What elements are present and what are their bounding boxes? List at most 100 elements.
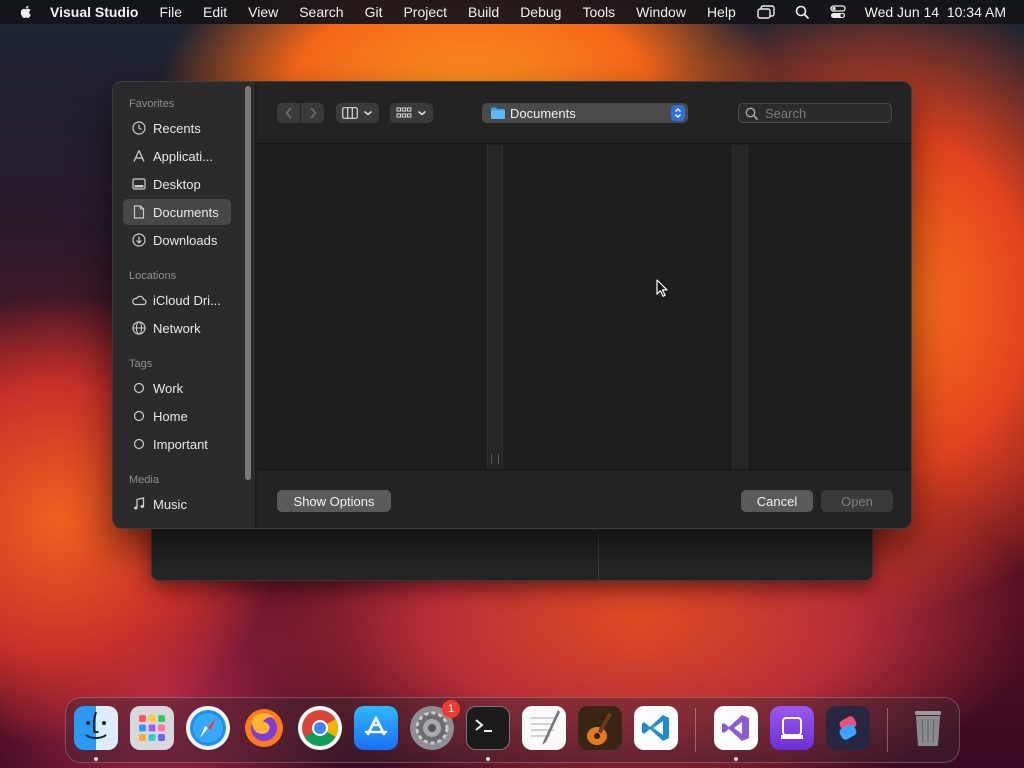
tag-circle-icon bbox=[131, 408, 147, 424]
sidebar-item-recents[interactable]: Recents bbox=[123, 115, 231, 141]
show-options-button[interactable]: Show Options bbox=[277, 490, 391, 512]
menu-view[interactable]: View bbox=[248, 4, 278, 20]
sidebar-item-documents[interactable]: Documents bbox=[123, 199, 231, 225]
dialog-bottom-bar: Show Options Cancel Open bbox=[257, 469, 911, 528]
tag-circle-icon bbox=[131, 436, 147, 452]
search-input[interactable] bbox=[765, 105, 885, 121]
open-file-dialog: Favorites Recents Applicati... Desktop D… bbox=[112, 81, 912, 529]
sidebar-item-label: Documents bbox=[153, 204, 219, 220]
column-view-icon bbox=[342, 107, 358, 119]
menu-debug[interactable]: Debug bbox=[520, 4, 561, 20]
sidebar-item-label: Work bbox=[153, 380, 184, 396]
parent-window-divider bbox=[598, 533, 599, 581]
menu-git[interactable]: Git bbox=[365, 4, 383, 20]
back-button[interactable] bbox=[277, 103, 300, 123]
sidebar-item-label: Applicati... bbox=[153, 148, 213, 164]
dock-chrome-icon[interactable] bbox=[298, 706, 342, 750]
clock-datetime[interactable]: Wed Jun 14 10:34 AM bbox=[865, 4, 1006, 20]
forward-button[interactable] bbox=[301, 103, 324, 123]
control-center-icon[interactable] bbox=[829, 5, 847, 19]
cancel-button[interactable]: Cancel bbox=[741, 490, 813, 512]
folder-icon bbox=[491, 107, 505, 119]
dock-shortcuts-icon[interactable] bbox=[826, 706, 870, 750]
dialog-toolbar: Documents bbox=[257, 82, 911, 144]
sidebar-item-tag-home[interactable]: Home bbox=[123, 403, 231, 429]
sidebar-item-downloads[interactable]: Downloads bbox=[123, 227, 231, 253]
search-icon bbox=[745, 107, 759, 120]
running-indicator bbox=[94, 757, 98, 761]
back-forward-control bbox=[277, 103, 324, 123]
dock-launchpad-icon[interactable] bbox=[130, 706, 174, 750]
dock-trash-icon[interactable] bbox=[906, 706, 950, 750]
apple-menu-icon[interactable] bbox=[18, 4, 34, 20]
clock-icon bbox=[131, 120, 147, 136]
sidebar-scrollbar[interactable] bbox=[245, 86, 251, 480]
view-mode-button[interactable] bbox=[336, 103, 379, 123]
sidebar-item-network[interactable]: Network bbox=[123, 315, 231, 341]
sidebar-item-label: iCloud Dri... bbox=[153, 292, 221, 308]
sidebar-item-label: Important bbox=[153, 436, 208, 452]
dock-separator bbox=[695, 708, 696, 752]
dock-visual-studio-icon[interactable] bbox=[714, 706, 758, 750]
menu-project[interactable]: Project bbox=[403, 4, 447, 20]
dock-safari-icon[interactable] bbox=[186, 706, 230, 750]
menu-bar: Visual Studio File Edit View Search Git … bbox=[0, 0, 1024, 24]
dock-app-store-icon[interactable] bbox=[354, 706, 398, 750]
notification-badge: 1 bbox=[442, 700, 460, 718]
mouse-cursor-icon bbox=[656, 279, 668, 297]
column-resize-grip-icon[interactable] bbox=[491, 454, 499, 464]
parent-window bbox=[151, 520, 873, 581]
sidebar-item-applications[interactable]: Applicati... bbox=[123, 143, 231, 169]
sidebar-item-tag-work[interactable]: Work bbox=[123, 375, 231, 401]
download-icon bbox=[131, 232, 147, 248]
menu-help[interactable]: Help bbox=[707, 4, 736, 20]
menu-file[interactable]: File bbox=[159, 4, 182, 20]
dock-disk-utility-icon[interactable] bbox=[770, 706, 814, 750]
running-indicator bbox=[486, 757, 490, 761]
dock-firefox-icon[interactable] bbox=[242, 706, 286, 750]
location-popup-button[interactable]: Documents bbox=[482, 103, 688, 123]
dock-garageband-icon[interactable] bbox=[578, 706, 622, 750]
dialog-sidebar: Favorites Recents Applicati... Desktop D… bbox=[113, 82, 256, 528]
stage-manager-icon[interactable] bbox=[756, 5, 775, 19]
menu-edit[interactable]: Edit bbox=[203, 4, 227, 20]
dock-textedit-icon[interactable] bbox=[522, 706, 566, 750]
tag-circle-icon bbox=[131, 380, 147, 396]
menu-search[interactable]: Search bbox=[299, 4, 343, 20]
sidebar-header-media: Media bbox=[129, 474, 159, 486]
spotlight-search-icon[interactable] bbox=[793, 5, 811, 19]
file-browser-columns bbox=[257, 145, 911, 469]
sidebar-item-desktop[interactable]: Desktop bbox=[123, 171, 231, 197]
dock: 1 bbox=[65, 697, 960, 763]
menu-build[interactable]: Build bbox=[468, 4, 499, 20]
menu-window[interactable]: Window bbox=[636, 4, 686, 20]
open-button[interactable]: Open bbox=[821, 490, 893, 512]
chevron-left-icon bbox=[284, 107, 292, 119]
sidebar-item-tag-important[interactable]: Important bbox=[123, 431, 231, 457]
sidebar-item-label: Music bbox=[153, 496, 187, 512]
running-indicator bbox=[734, 757, 738, 761]
group-by-button[interactable] bbox=[390, 103, 433, 123]
dock-vscode-icon[interactable] bbox=[634, 706, 678, 750]
sidebar-item-icloud-drive[interactable]: iCloud Dri... bbox=[123, 287, 231, 313]
sidebar-item-label: Home bbox=[153, 408, 188, 424]
column-resize-divider[interactable] bbox=[487, 145, 503, 469]
sidebar-item-label: Desktop bbox=[153, 176, 201, 192]
search-field[interactable] bbox=[738, 103, 892, 123]
applications-icon bbox=[131, 148, 147, 164]
sidebar-header-locations: Locations bbox=[129, 270, 177, 282]
menu-tools[interactable]: Tools bbox=[582, 4, 615, 20]
app-menu-name[interactable]: Visual Studio bbox=[50, 4, 138, 20]
grid-icon bbox=[396, 107, 412, 118]
chevron-down-icon bbox=[418, 110, 426, 116]
sidebar-item-label: Recents bbox=[153, 120, 201, 136]
column-resize-divider[interactable] bbox=[732, 145, 748, 469]
sidebar-item-label: Network bbox=[153, 320, 201, 336]
music-note-icon bbox=[131, 496, 147, 512]
dock-system-settings-icon[interactable]: 1 bbox=[410, 700, 460, 750]
dock-finder-icon[interactable] bbox=[74, 706, 118, 750]
desktop-icon bbox=[131, 176, 147, 192]
sidebar-item-music[interactable]: Music bbox=[123, 491, 231, 517]
dock-terminal-icon[interactable] bbox=[466, 706, 510, 750]
sidebar-header-favorites: Favorites bbox=[129, 98, 175, 110]
